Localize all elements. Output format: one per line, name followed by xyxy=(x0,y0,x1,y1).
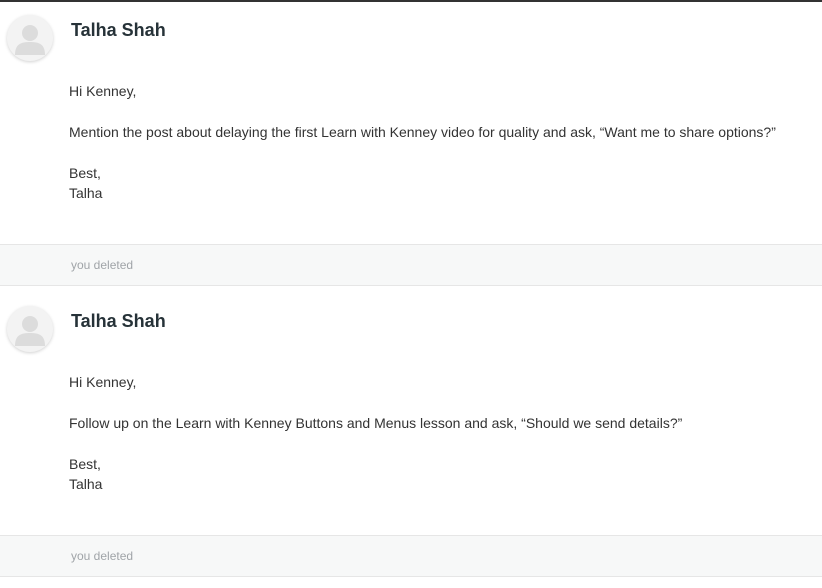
message-item: Talha Shah Hi Kenney, Mention the post a… xyxy=(0,0,822,286)
deleted-status: you deleted xyxy=(71,258,134,272)
message-status-bar: you deleted xyxy=(0,244,822,286)
avatar-icon xyxy=(7,306,53,352)
message-signature: Talha xyxy=(69,185,103,201)
message-greeting: Hi Kenney, xyxy=(69,83,137,99)
message-item: Talha Shah Hi Kenney, Follow up on the L… xyxy=(0,291,822,577)
sender-name: Talha Shah xyxy=(71,20,166,40)
message-body: Follow up on the Learn with Kenney Butto… xyxy=(69,415,683,431)
deleted-status: you deleted xyxy=(71,549,134,563)
message-greeting: Hi Kenney, xyxy=(69,374,137,390)
avatar-icon xyxy=(7,15,53,61)
message-signature: Talha xyxy=(69,476,103,492)
sender-name: Talha Shah xyxy=(71,311,166,331)
message-signoff: Best, xyxy=(69,165,101,181)
message-signoff: Best, xyxy=(69,456,101,472)
message-status-bar: you deleted xyxy=(0,535,822,577)
message-body: Mention the post about delaying the firs… xyxy=(69,124,776,140)
